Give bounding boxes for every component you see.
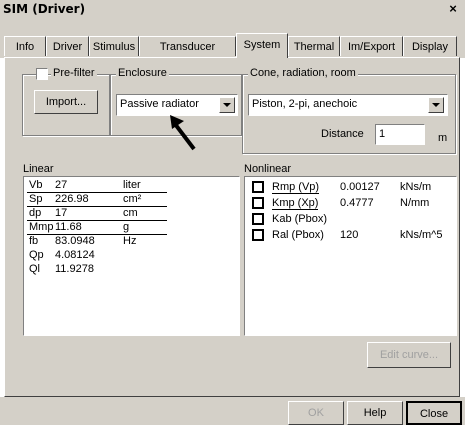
list-item[interactable]: Qp 4.08124 xyxy=(27,249,167,263)
tab-thermal[interactable]: Thermal xyxy=(288,36,340,56)
kab-checkbox[interactable] xyxy=(252,213,264,225)
list-item[interactable]: Rmp (Vp) 0.00127 kNs/m xyxy=(250,180,454,196)
param-name: Sp xyxy=(29,193,43,205)
ral-checkbox[interactable] xyxy=(252,229,264,241)
param-name: Ral (Pbox) xyxy=(272,229,324,241)
edit-curve-button[interactable]: Edit curve... xyxy=(367,342,451,368)
import-button-label: Import... xyxy=(45,96,87,108)
param-name: Kmp (Xp) xyxy=(272,197,319,210)
param-unit: g xyxy=(123,221,130,233)
param-unit: N/mm xyxy=(400,197,430,209)
ok-label: OK xyxy=(308,407,324,419)
param-value: 27 xyxy=(55,179,68,191)
distance-label: Distance xyxy=(321,128,364,140)
kmp-checkbox[interactable] xyxy=(252,197,264,209)
param-unit: cm² xyxy=(123,193,142,205)
list-item[interactable]: Sp 226.98 cm² xyxy=(27,193,167,207)
param-unit: kNs/m^5 xyxy=(400,229,443,241)
enclosure-select-value: Passive radiator xyxy=(120,98,199,110)
tab-label: Thermal xyxy=(293,41,335,53)
list-item[interactable]: Vb 27 liter xyxy=(27,179,167,193)
distance-unit: m xyxy=(438,132,448,144)
tab-driver[interactable]: Driver xyxy=(46,36,89,56)
param-value: 4.08124 xyxy=(55,249,95,261)
list-item[interactable]: Ql 11.9278 xyxy=(27,263,167,277)
tab-label: Display xyxy=(411,41,449,53)
list-item[interactable]: Mmp 11.68 g xyxy=(27,221,167,235)
cone-dropdown-button[interactable] xyxy=(428,97,444,113)
window-title: SIM (Driver) xyxy=(3,2,86,16)
tab-transducer[interactable]: Transducer xyxy=(139,36,236,56)
tab-label: Info xyxy=(15,41,35,53)
tab-stimulus[interactable]: Stimulus xyxy=(89,36,139,56)
cone-label: Cone, radiation, room xyxy=(248,67,358,79)
param-value: 11.9278 xyxy=(55,263,94,275)
ok-button[interactable]: OK xyxy=(288,401,344,425)
chevron-down-icon xyxy=(432,103,440,107)
param-unit: kNs/m xyxy=(400,181,432,193)
close-button[interactable]: Close xyxy=(406,401,462,425)
tab-label: Transducer xyxy=(159,41,216,53)
param-name: Qp xyxy=(29,249,44,261)
import-button[interactable]: Import... xyxy=(34,90,98,114)
param-name: Vb xyxy=(29,179,43,191)
param-value: 11.68 xyxy=(55,221,82,233)
title-bar[interactable]: SIM (Driver) × xyxy=(0,0,465,20)
param-value: 0.4777 xyxy=(340,197,374,209)
param-name: Ql xyxy=(29,263,40,275)
list-item[interactable]: dp 17 cm xyxy=(27,207,167,221)
param-value: 226.98 xyxy=(55,193,89,205)
tab-display[interactable]: Display xyxy=(403,36,457,56)
distance-input[interactable]: 1 xyxy=(375,124,425,145)
tab-label: Stimulus xyxy=(92,41,136,53)
param-name: Rmp (Vp) xyxy=(272,181,320,194)
param-value: 0.00127 xyxy=(340,181,380,193)
param-value: 120 xyxy=(340,229,359,241)
help-button[interactable]: Help xyxy=(347,401,403,425)
linear-label: Linear xyxy=(23,163,54,175)
param-unit: cm xyxy=(123,207,138,219)
enclosure-label: Enclosure xyxy=(116,67,169,79)
list-item[interactable]: Kab (Pbox) xyxy=(250,212,454,228)
list-item[interactable]: fb 83.0948 Hz xyxy=(27,235,167,249)
tab-im-export[interactable]: Im/Export xyxy=(340,36,403,56)
param-name: dp xyxy=(29,207,42,219)
param-unit: Hz xyxy=(123,235,137,247)
param-name: Kab (Pbox) xyxy=(272,213,328,225)
list-item[interactable]: Ral (Pbox) 120 kNs/m^5 xyxy=(250,228,454,244)
tab-label: Driver xyxy=(52,41,83,53)
help-label: Help xyxy=(363,407,387,419)
enclosure-dropdown-button[interactable] xyxy=(219,97,235,113)
prefilter-label: Pre-filter xyxy=(51,67,97,79)
close-label: Close xyxy=(419,408,449,420)
list-item[interactable]: Kmp (Xp) 0.4777 N/mm xyxy=(250,196,454,212)
tab-info[interactable]: Info xyxy=(4,36,46,56)
cone-select-value: Piston, 2-pi, anechoic xyxy=(252,98,358,110)
prefilter-checkbox[interactable] xyxy=(36,68,48,80)
pointer-arrow-icon xyxy=(170,115,196,151)
distance-input-value: 1 xyxy=(379,128,386,140)
rmp-checkbox[interactable] xyxy=(252,181,264,193)
chevron-down-icon xyxy=(223,103,231,107)
edit-curve-label: Edit curve... xyxy=(379,349,439,361)
param-unit: liter xyxy=(123,179,141,191)
tab-label: System xyxy=(243,39,281,51)
param-name: fb xyxy=(29,235,39,247)
close-icon[interactable]: × xyxy=(445,1,461,17)
param-name: Mmp xyxy=(29,221,54,233)
tab-label: Im/Export xyxy=(347,41,396,53)
tab-system[interactable]: System xyxy=(236,33,288,58)
cone-select[interactable]: Piston, 2-pi, anechoic xyxy=(248,94,448,116)
nonlinear-label: Nonlinear xyxy=(244,163,292,175)
param-value: 17 xyxy=(55,207,68,219)
param-value: 83.0948 xyxy=(55,235,95,247)
